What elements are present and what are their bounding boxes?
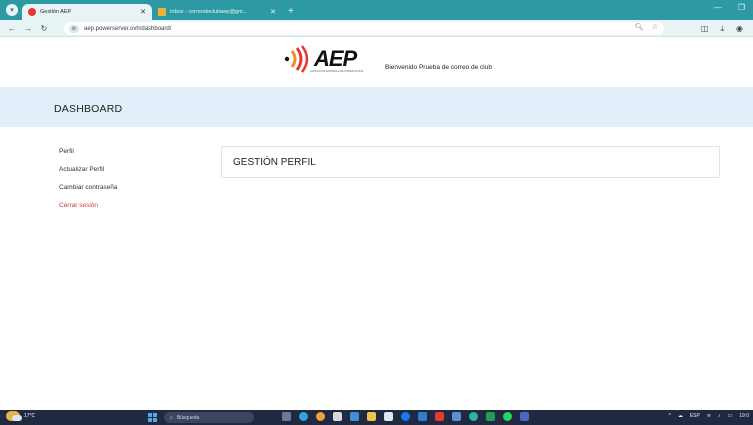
- sidebar-item-cambiar-contrasena[interactable]: Cambiar contraseña: [59, 184, 118, 202]
- maximize-icon[interactable]: ❐: [738, 3, 745, 12]
- edge-icon[interactable]: [299, 412, 308, 421]
- app-icon[interactable]: [520, 412, 529, 421]
- back-icon[interactable]: ←: [8, 24, 16, 33]
- url-text: aep.powerserver.ovh/dashboard/: [84, 25, 172, 32]
- logo-text: AEP: [314, 46, 357, 71]
- wifi-icon[interactable]: ≋: [707, 413, 711, 419]
- zoom-icon[interactable]: 🔍︎: [635, 23, 644, 31]
- language-indicator[interactable]: ESP: [690, 413, 700, 419]
- chevron-up-icon[interactable]: ^: [668, 413, 670, 419]
- system-tray: ^ ☁ ESP ≋ ♪ ▭ 19:0: [668, 413, 749, 419]
- download-icon[interactable]: ⤓: [720, 24, 724, 34]
- weather-temperature: 17°C: [24, 413, 36, 419]
- youtube-icon[interactable]: [435, 412, 444, 421]
- reload-icon[interactable]: ↻: [40, 24, 48, 33]
- new-tab-button[interactable]: +: [288, 6, 294, 17]
- facebook-icon[interactable]: [401, 412, 410, 421]
- sidebar-item-perfil[interactable]: Perfil: [59, 148, 118, 166]
- taskbar-search[interactable]: ⌕ Búsqueda: [164, 412, 254, 423]
- weather-widget[interactable]: 17°C: [6, 411, 35, 421]
- welcome-message: Bienvenido Prueba de correo de club: [385, 64, 492, 71]
- browser-tab-strip: ▾ Gestión AEP ✕ Inbox - correodeclubaep@…: [0, 0, 753, 20]
- notepad-icon[interactable]: [384, 412, 393, 421]
- tab-search-icon[interactable]: ▾: [6, 4, 18, 16]
- address-bar[interactable]: ⚙ aep.powerserver.ovh/dashboard/ 🔍︎ ☆: [64, 22, 664, 35]
- search-icon: ⌕: [170, 414, 173, 421]
- store-icon[interactable]: [350, 412, 359, 421]
- gmail-favicon-icon: [158, 8, 166, 16]
- aep-favicon-icon: [28, 8, 36, 16]
- tab-title: Inbox - correodeclubaep@gm...: [170, 9, 248, 15]
- battery-icon[interactable]: ▭: [728, 413, 733, 419]
- excel-icon[interactable]: [486, 412, 495, 421]
- file-explorer-icon[interactable]: [367, 412, 376, 421]
- minimize-icon[interactable]: —: [714, 3, 722, 12]
- cloud-icon[interactable]: ☁: [678, 413, 683, 419]
- sidebar-item-cerrar-sesion[interactable]: Cerrar sesión: [59, 202, 118, 220]
- tab-inbox[interactable]: Inbox - correodeclubaep@gm... ✕: [152, 4, 282, 20]
- taskbar-apps: [282, 412, 529, 421]
- aep-logo-icon: [284, 45, 309, 73]
- aep-logo[interactable]: AEP: [282, 45, 357, 73]
- app-icon[interactable]: [333, 412, 342, 421]
- whatsapp-icon[interactable]: [503, 412, 512, 421]
- close-tab-icon[interactable]: ✕: [270, 8, 276, 16]
- os-taskbar: 17°C ⌕ Búsqueda ^ ☁ ESP ≋ ♪ ▭ 19:0: [0, 410, 753, 425]
- forward-icon[interactable]: →: [24, 24, 32, 33]
- clock[interactable]: 19:0: [739, 413, 749, 419]
- window-controls: — ❐: [714, 3, 745, 12]
- page-title: DASHBOARD: [54, 103, 123, 115]
- extensions-icon[interactable]: ◫: [701, 24, 709, 34]
- chrome-icon[interactable]: [316, 412, 325, 421]
- browser-icon[interactable]: [469, 412, 478, 421]
- close-tab-icon[interactable]: ✕: [140, 8, 146, 16]
- page-header: AEP ASOCIACION ESPAÑOLA DE POWERLIFTING …: [0, 37, 753, 87]
- volume-icon[interactable]: ♪: [718, 413, 721, 419]
- tab-title: Gestión AEP: [40, 9, 72, 15]
- task-view-icon[interactable]: [282, 412, 291, 421]
- sidebar-menu: Perfil Actualizar Perfil Cambiar contras…: [59, 148, 118, 220]
- weather-icon: [6, 411, 22, 421]
- site-info-icon[interactable]: ⚙: [69, 24, 79, 33]
- bookmark-star-icon[interactable]: ☆: [652, 23, 658, 31]
- logo-subtitle: ASOCIACION ESPAÑOLA DE POWERLIFTING: [310, 70, 364, 73]
- dashboard-banner: DASHBOARD: [0, 87, 753, 127]
- outlook-icon[interactable]: [418, 412, 427, 421]
- profile-icon[interactable]: ◉: [736, 24, 743, 34]
- browser-toolbar: ← → ↻ ⚙ aep.powerserver.ovh/dashboard/ 🔍…: [0, 20, 753, 37]
- sidebar-item-actualizar-perfil[interactable]: Actualizar Perfil: [59, 166, 118, 184]
- app-icon[interactable]: [452, 412, 461, 421]
- tab-gestion-aep[interactable]: Gestión AEP ✕: [22, 4, 152, 20]
- profile-management-card: GESTIÓN PERFIL: [221, 146, 720, 178]
- search-placeholder: Búsqueda: [176, 414, 200, 421]
- card-title: GESTIÓN PERFIL: [233, 157, 316, 168]
- start-menu-icon[interactable]: [148, 413, 157, 422]
